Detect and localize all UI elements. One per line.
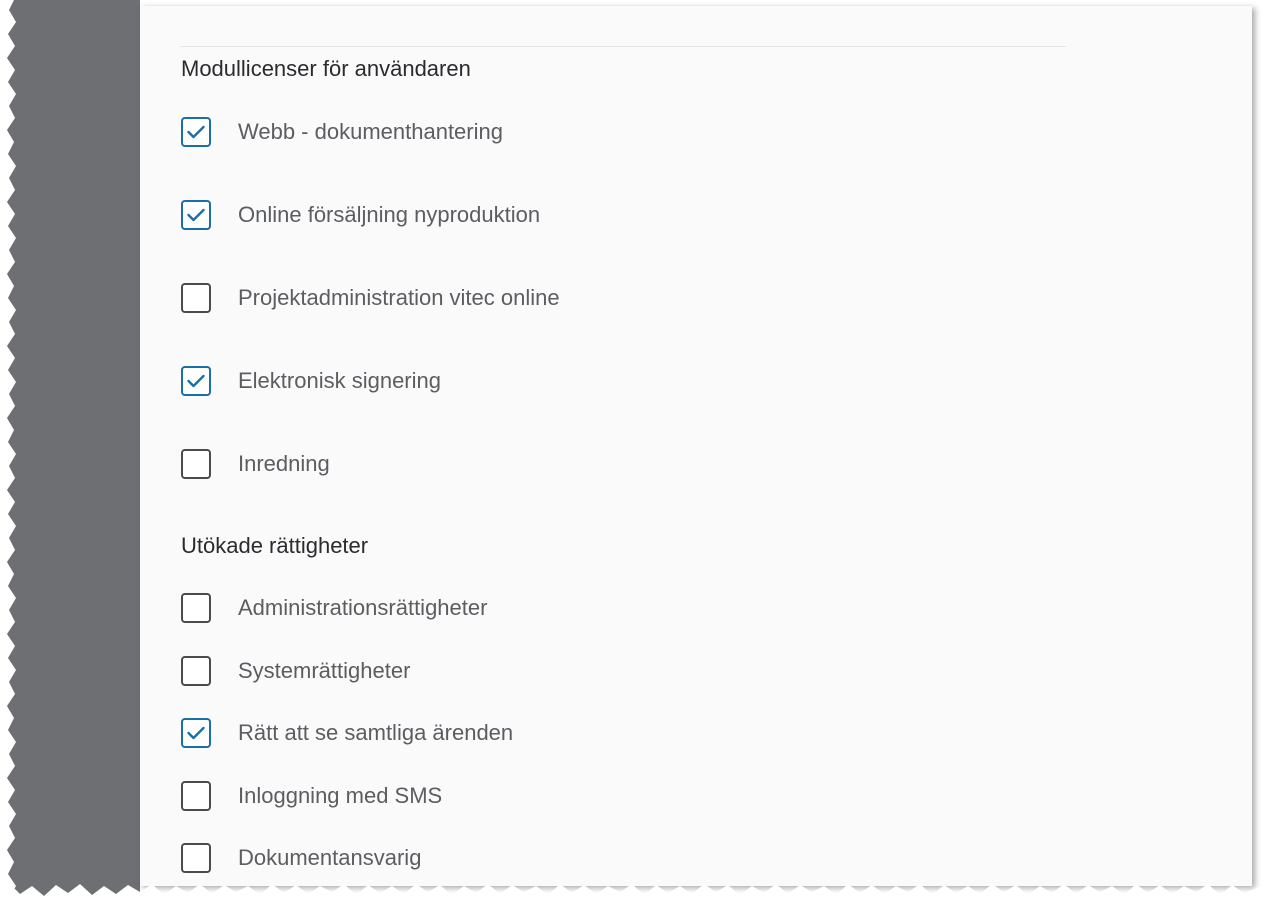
- checkbox[interactable]: [181, 593, 211, 623]
- checkbox[interactable]: [181, 200, 211, 230]
- checkmark-icon: [187, 208, 205, 222]
- checkbox-row-projektadministration[interactable]: Projektadministration vitec online: [181, 281, 560, 315]
- checkbox-row-ratt-att-se-samtliga-arenden[interactable]: Rätt att se samtliga ärenden: [181, 716, 513, 750]
- checkbox-row-webb-dokumenthantering[interactable]: Webb - dokumenthantering: [181, 115, 503, 149]
- section-title-module-licenses: Modullicenser för användaren: [181, 56, 471, 81]
- checkbox-row-administrationsrattigheter[interactable]: Administrationsrättigheter: [181, 591, 487, 625]
- checkbox[interactable]: [181, 117, 211, 147]
- screenshot-frame: Modullicenser för användaren Webb - doku…: [0, 0, 1262, 921]
- checkbox-label: Inredning: [238, 451, 330, 476]
- torn-edge-bottom: [0, 884, 1262, 921]
- checkbox-label: Inloggning med SMS: [238, 783, 443, 808]
- divider: [180, 46, 1066, 47]
- checkbox[interactable]: [181, 843, 211, 873]
- checkbox-row-inloggning-med-sms[interactable]: Inloggning med SMS: [181, 779, 442, 813]
- section-title-extended-rights: Utökade rättigheter: [181, 533, 369, 558]
- checkbox-row-inredning[interactable]: Inredning: [181, 447, 330, 481]
- checkbox-label: Projektadministration vitec online: [238, 285, 560, 310]
- checkmark-icon: [187, 726, 205, 740]
- checkmark-icon: [187, 374, 205, 388]
- checkbox-row-systemrattigheter[interactable]: Systemrättigheter: [181, 654, 410, 688]
- checkmark-icon: [187, 125, 205, 139]
- checkbox-label: Dokumentansvarig: [238, 845, 422, 870]
- checkbox-label: Online försäljning nyproduktion: [238, 202, 541, 227]
- checkbox-label: Rätt att se samtliga ärenden: [238, 720, 514, 745]
- torn-edge-left: [0, 0, 16, 921]
- checkbox[interactable]: [181, 718, 211, 748]
- checkbox-row-dokumentansvarig[interactable]: Dokumentansvarig: [181, 841, 421, 875]
- checkbox-row-elektronisk-signering[interactable]: Elektronisk signering: [181, 364, 441, 398]
- checkbox[interactable]: [181, 366, 211, 396]
- checkbox[interactable]: [181, 656, 211, 686]
- checkbox-label: Systemrättigheter: [238, 658, 411, 683]
- checkbox-label: Administrationsrättigheter: [238, 595, 488, 620]
- checkbox-row-online-forsaljning[interactable]: Online försäljning nyproduktion: [181, 198, 540, 232]
- checkbox[interactable]: [181, 781, 211, 811]
- checkbox-label: Elektronisk signering: [238, 368, 441, 393]
- checkbox[interactable]: [181, 449, 211, 479]
- checkbox[interactable]: [181, 283, 211, 313]
- checkbox-label: Webb - dokumenthantering: [238, 119, 503, 144]
